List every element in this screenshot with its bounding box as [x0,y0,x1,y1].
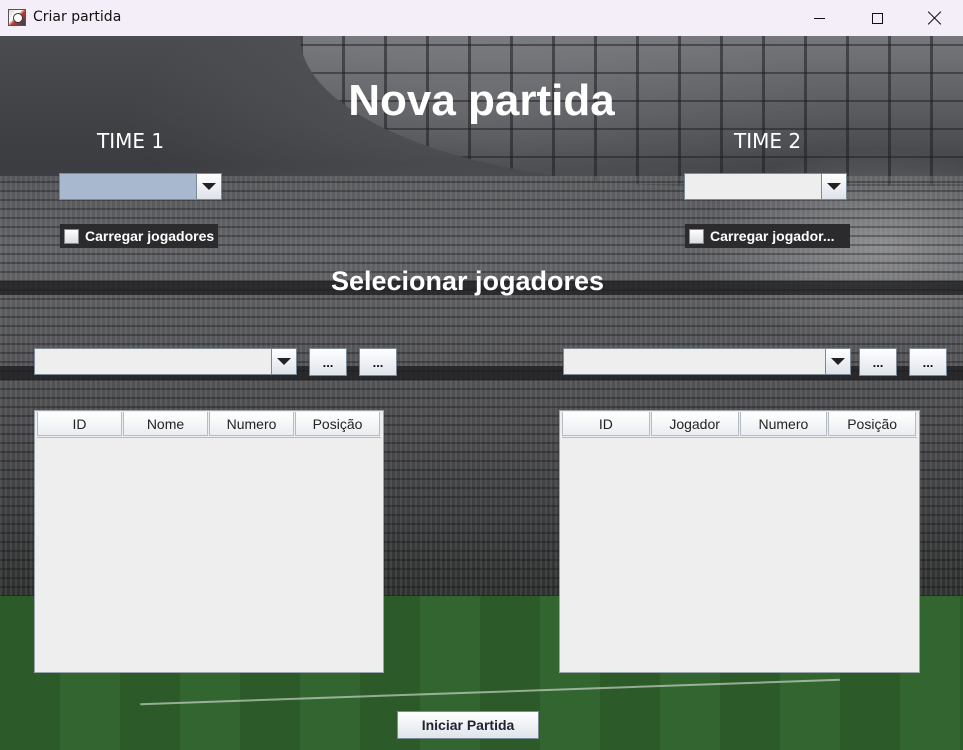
checkbox-box[interactable] [689,228,704,244]
close-icon [928,11,942,25]
team2-players-select-arrow[interactable] [825,349,850,374]
team2-players-more-button-1[interactable]: ... [859,348,897,376]
column-header-name[interactable]: Nome [123,412,208,436]
team1-select-arrow[interactable] [196,174,221,199]
team2-select-arrow[interactable] [821,174,846,199]
team1-label: TIME 1 [97,129,165,153]
team2-players-select[interactable] [563,348,851,375]
start-match-button[interactable]: Iniciar Partida [397,711,539,739]
team1-players-select-value [35,349,271,374]
column-header-position[interactable]: Posição [828,412,916,436]
create-match-window: Criar partida Nova partida TIME 1 TIME 2 [0,0,963,750]
table-header: ID Jogador Numero Posição [562,412,917,438]
content-area: Nova partida TIME 1 TIME 2 Carregar joga… [0,36,963,750]
team2-label: TIME 2 [734,129,802,153]
team1-players-table[interactable]: ID Nome Numero Posição [34,410,384,673]
maximize-button[interactable] [848,0,906,36]
chevron-down-icon [827,183,841,190]
column-header-player[interactable]: Jogador [650,412,739,436]
team1-select-value [60,174,196,199]
minimize-button[interactable] [790,0,848,36]
select-players-heading: Selecionar jogadores [330,266,605,296]
team1-players-select[interactable] [34,348,297,375]
team2-load-players-checkbox[interactable]: Carregar jogador... [685,224,850,248]
checkbox-box[interactable] [64,228,79,244]
page-title: Nova partida [348,76,615,125]
team1-select[interactable] [59,173,222,200]
team1-players-more-button-1[interactable]: ... [309,348,347,376]
window-title: Criar partida [33,9,122,25]
table-header: ID Nome Numero Posição [37,412,381,438]
team1-load-players-label: Carregar jogadores [85,228,215,244]
column-header-position[interactable]: Posição [295,412,380,436]
team2-players-table[interactable]: ID Jogador Numero Posição [559,410,920,673]
team1-players-select-arrow[interactable] [271,349,296,374]
team2-players-more-button-2[interactable]: ... [909,348,947,376]
team2-load-players-label: Carregar jogador... [710,228,835,244]
team1-load-players-checkbox[interactable]: Carregar jogadores [60,224,219,248]
table-body[interactable] [37,439,381,670]
column-header-id[interactable]: ID [562,412,650,436]
team1-players-more-button-2[interactable]: ... [359,348,397,376]
minimize-icon [813,17,825,19]
table-body[interactable] [562,439,917,670]
title-bar: Criar partida [0,0,963,36]
chevron-down-icon [202,183,216,190]
soccer-ball-app-icon [8,9,26,26]
chevron-down-icon [277,358,291,365]
chevron-down-icon [831,358,845,365]
team2-players-select-value [564,349,825,374]
column-header-id[interactable]: ID [37,412,122,436]
team2-select-value [685,174,821,199]
team2-select[interactable] [684,173,847,200]
column-header-number[interactable]: Numero [209,412,294,436]
maximize-icon [871,12,883,24]
column-header-number[interactable]: Numero [739,412,828,436]
close-button[interactable] [906,0,963,36]
